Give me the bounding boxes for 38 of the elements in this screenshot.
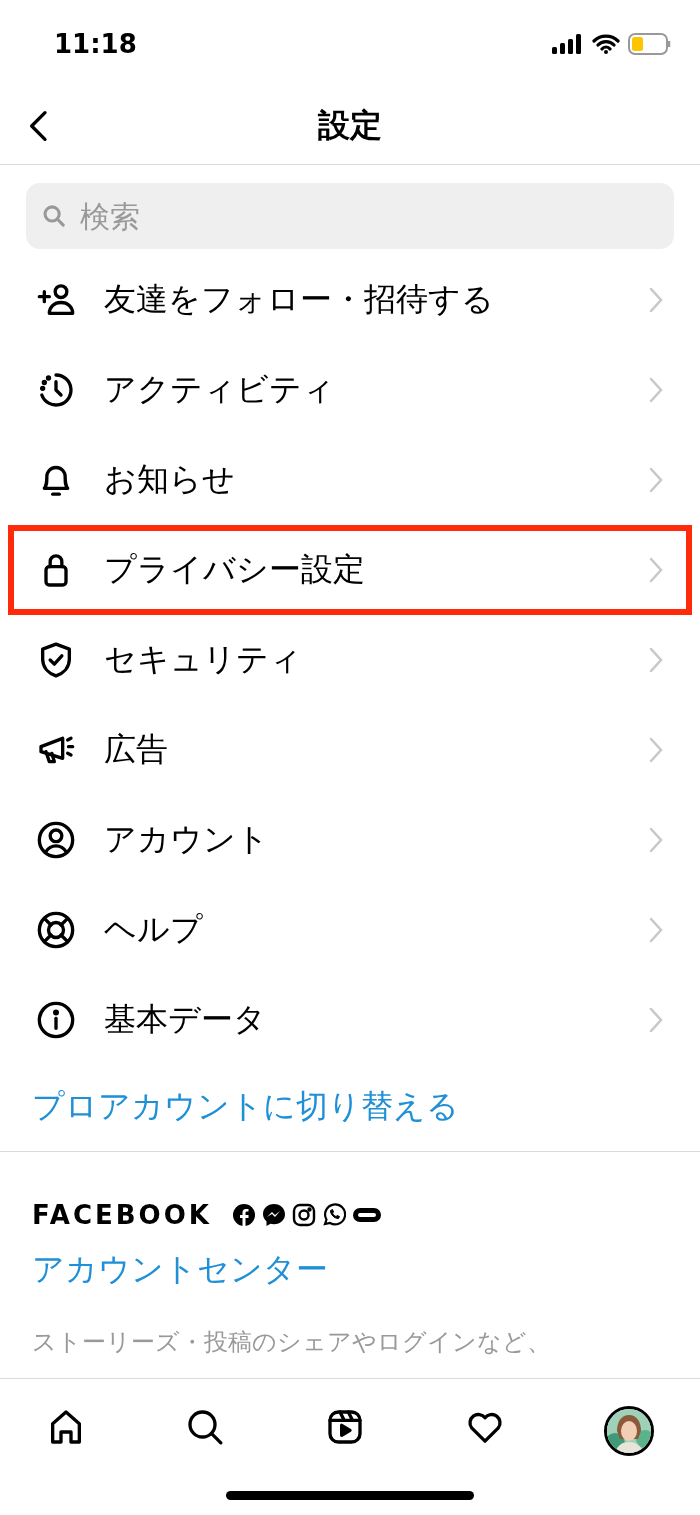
settings-row[interactable]: 友達をフォロー・招待する	[8, 255, 692, 345]
search-bar[interactable]: 検索	[26, 183, 674, 249]
pro-account-link[interactable]: プロアカウントに切り替える	[32, 1085, 459, 1129]
page-title: 設定	[318, 105, 382, 146]
chat-bolt-icon	[261, 1203, 286, 1227]
settings-row[interactable]: アクティビティ	[8, 345, 692, 435]
wifi-icon	[592, 34, 620, 54]
chevron-icon	[648, 646, 664, 674]
account-center-link[interactable]: アカウントセンター	[32, 1248, 328, 1292]
person-circle-icon	[36, 820, 76, 860]
chevron-icon	[648, 376, 664, 404]
settings-row[interactable]: 広告	[8, 705, 692, 795]
search-icon	[42, 203, 67, 229]
info-icon	[36, 1000, 76, 1040]
camera-icon	[291, 1203, 316, 1227]
phone-bubble-icon	[321, 1203, 346, 1227]
settings-row[interactable]: ヘルプ	[8, 885, 692, 975]
f-circle-icon	[231, 1203, 256, 1227]
settings-row[interactable]: アカウント	[8, 795, 692, 885]
signal-icon	[552, 34, 584, 54]
search-field[interactable]: 検索	[78, 197, 658, 235]
chevron-icon	[648, 916, 664, 944]
chevron-icon	[648, 556, 664, 584]
description-text: ストーリーズ・投稿のシェアやログインなど、	[32, 1327, 552, 1358]
facebook-heading: FACEBOOK	[32, 1200, 212, 1230]
chevron-icon	[648, 466, 664, 494]
chevron-icon	[648, 286, 664, 314]
chevron-icon	[648, 826, 664, 854]
settings-row[interactable]: プライバシー設定	[8, 525, 692, 615]
settings-row[interactable]: セキュリティ	[8, 615, 692, 705]
chevron-icon	[648, 1006, 664, 1034]
chevron-icon	[648, 736, 664, 764]
lifebuoy-icon	[36, 910, 76, 950]
status-time: 11:18	[54, 29, 137, 59]
profile-tab[interactable]	[604, 1406, 655, 1456]
settings-row[interactable]: お知らせ	[8, 435, 692, 525]
battery-icon	[628, 33, 672, 55]
settings-row[interactable]: 基本データ	[8, 975, 692, 1065]
